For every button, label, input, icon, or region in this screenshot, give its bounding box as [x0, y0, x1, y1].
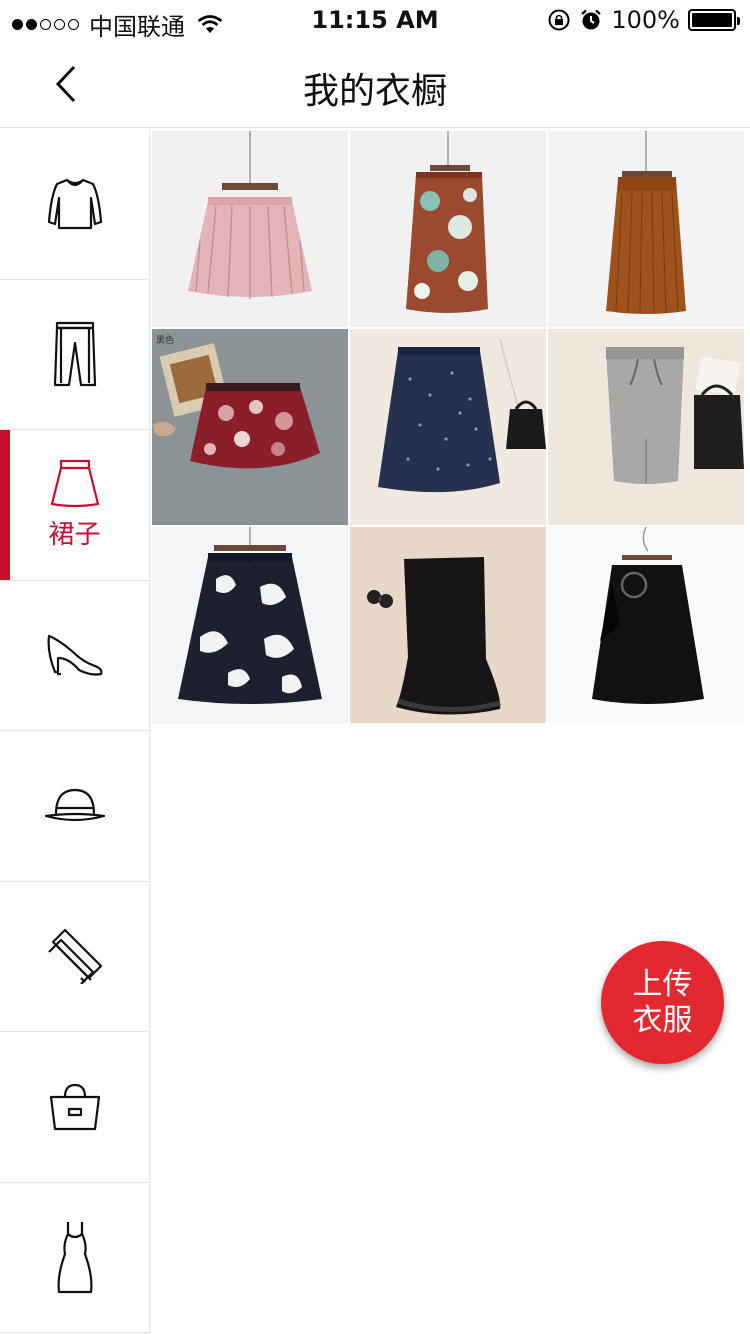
clothing-photo — [152, 131, 348, 327]
clothing-item[interactable] — [548, 527, 744, 723]
clothing-photo — [350, 131, 546, 327]
nav-bar: 我的衣橱 — [0, 40, 750, 128]
clothing-photo — [548, 329, 744, 525]
clothing-item[interactable] — [350, 131, 546, 327]
upload-clothes-button[interactable]: 上传 衣服 — [601, 941, 724, 1064]
alarm-icon — [581, 9, 602, 30]
clothing-photo — [350, 527, 546, 723]
clothing-item[interactable] — [548, 131, 744, 327]
skirt-icon — [50, 460, 99, 508]
scarf-icon — [47, 929, 102, 985]
category-label-skirts: 裙子 — [48, 520, 101, 551]
upload-label-line2: 衣服 — [632, 1002, 693, 1038]
clothing-photo — [548, 527, 744, 723]
status-bar: 中国联通 11:15 AM 100% — [0, 0, 750, 41]
dress-icon — [57, 1222, 92, 1294]
category-hats[interactable] — [0, 731, 149, 882]
category-pants[interactable] — [0, 280, 149, 430]
battery-percent: 100% — [611, 6, 680, 34]
clothing-item[interactable] — [350, 329, 546, 525]
rotation-lock-icon — [548, 9, 570, 31]
clothing-grid: 黑色 — [152, 131, 748, 723]
page-title: 我的衣橱 — [302, 71, 447, 112]
clothing-photo — [152, 527, 348, 723]
clothing-photo — [548, 131, 744, 327]
battery-icon — [688, 9, 740, 31]
category-scarves[interactable] — [0, 882, 149, 1032]
top-shirt-icon — [47, 178, 102, 229]
clothing-item[interactable]: 黑色 — [152, 329, 348, 525]
active-indicator — [0, 430, 10, 580]
status-right: 100% — [547, 6, 740, 34]
clothing-item[interactable] — [548, 329, 744, 525]
upload-label-line1: 上传 — [632, 966, 693, 1002]
category-skirts[interactable]: 裙子 — [0, 430, 149, 581]
clothing-item[interactable] — [350, 527, 546, 723]
handbag-icon — [49, 1083, 100, 1130]
category-tops[interactable] — [0, 129, 149, 280]
category-shoes[interactable] — [0, 581, 149, 731]
pants-icon — [53, 322, 96, 387]
hat-icon — [44, 788, 105, 821]
clothing-item[interactable] — [152, 131, 348, 327]
clothing-photo — [152, 329, 348, 525]
item-tag: 黑色 — [156, 336, 175, 346]
high-heel-icon — [47, 635, 102, 676]
category-sidebar: 裙子 — [0, 129, 150, 1334]
clothing-photo — [350, 329, 546, 525]
category-dresses[interactable] — [0, 1183, 149, 1333]
clothing-item[interactable] — [152, 527, 348, 723]
category-bags[interactable] — [0, 1032, 149, 1183]
